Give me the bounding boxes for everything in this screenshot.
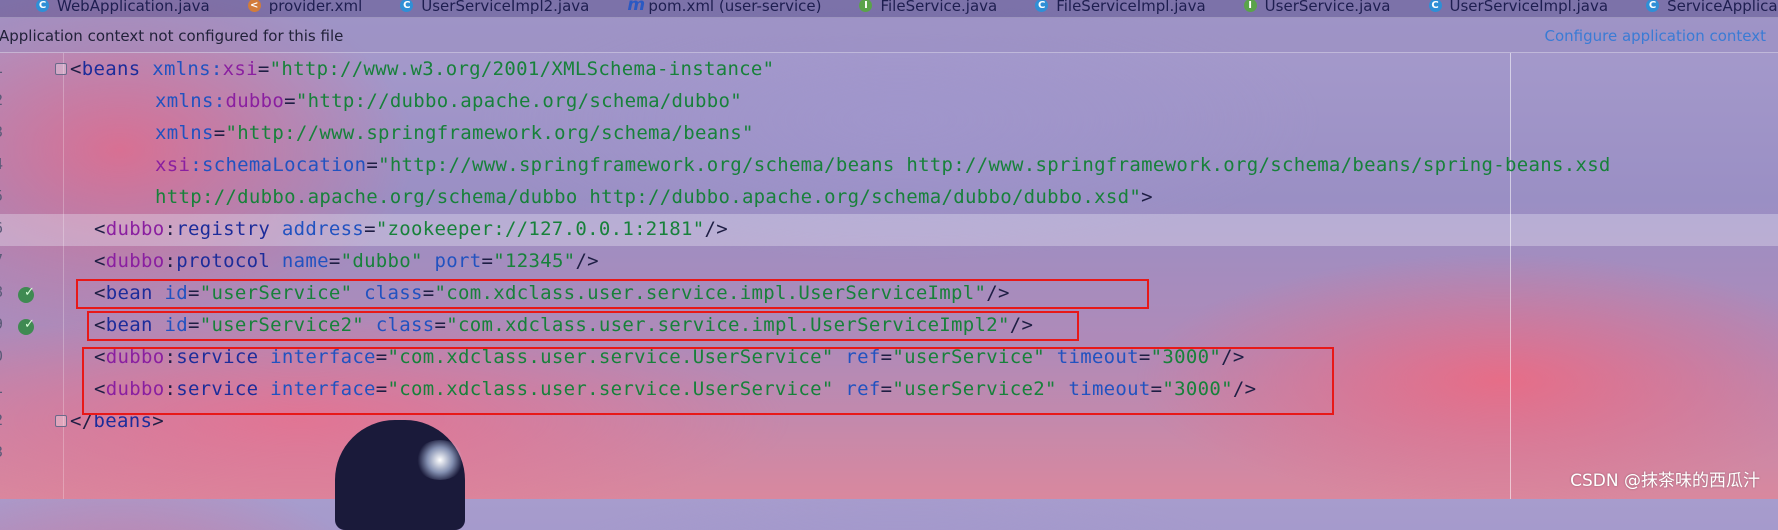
line-number: 4: [0, 155, 18, 173]
line-number: 2: [0, 91, 18, 109]
xml-file-icon: <: [247, 0, 261, 12]
tab-label: UserServiceImpl.java: [1449, 0, 1609, 15]
line-number: 7: [0, 251, 18, 269]
line-number: 1: [0, 379, 18, 397]
editor-gutter: 1 2 3 4 5 6 7 8 9 0 1 2 3: [0, 53, 67, 499]
line-number: 6: [0, 219, 18, 237]
code-line: http://dubbo.apache.org/schema/dubbo htt…: [155, 186, 1153, 208]
fold-toggle-icon[interactable]: [55, 415, 67, 427]
maven-icon: m: [627, 0, 646, 15]
spring-bean-icon[interactable]: [18, 285, 35, 303]
tab-user-service-impl[interactable]: C UserServiceImpl.java: [1423, 0, 1615, 15]
tab-provider-xml[interactable]: < provider.xml: [242, 0, 369, 15]
line-number: 1: [0, 59, 18, 77]
tab-user-service-impl2[interactable]: C UserServiceImpl2.java: [394, 0, 595, 15]
line-number: 3: [0, 443, 18, 461]
context-notice-message: Application context not configured for t…: [0, 27, 344, 45]
line-number: 8: [0, 283, 18, 301]
highlight-box-bean-userservice: [76, 279, 1149, 309]
tab-file-service[interactable]: I FileService.java: [853, 0, 1003, 15]
line-number: 5: [0, 187, 18, 205]
code-line: <dubbo:protocol name="dubbo" port="12345…: [94, 250, 599, 272]
tab-label: provider.xml: [268, 0, 363, 15]
tab-label: WebApplication.java: [57, 0, 210, 15]
tab-label: ServiceApplication.: [1667, 0, 1778, 15]
tab-service-application[interactable]: C ServiceApplication.: [1640, 0, 1778, 15]
class-icon: C: [1428, 0, 1442, 12]
tab-label: pom.xml (user-service): [648, 0, 822, 15]
tab-user-service[interactable]: I UserService.java: [1238, 0, 1397, 15]
tab-label: FileService.java: [880, 0, 998, 15]
spring-bean-icon[interactable]: [18, 317, 35, 335]
tab-label: UserServiceImpl2.java: [421, 0, 590, 15]
class-icon: C: [1646, 0, 1660, 12]
tab-web-application[interactable]: C WebApplication.java: [30, 0, 216, 15]
line-number: 2: [0, 411, 18, 429]
tab-label: FileServiceImpl.java: [1056, 0, 1206, 15]
class-icon: C: [400, 0, 414, 12]
line-number: 0: [0, 347, 18, 365]
right-margin-guide: [1510, 53, 1511, 499]
interface-icon: I: [1243, 0, 1257, 12]
watermark: CSDN @抹茶味的西瓜汁: [1570, 471, 1760, 491]
code-line: xmlns:dubbo="http://dubbo.apache.org/sch…: [155, 90, 742, 112]
fold-toggle-icon[interactable]: [55, 63, 67, 75]
line-number: 9: [0, 315, 18, 333]
class-icon: C: [36, 0, 49, 12]
tab-file-service-impl[interactable]: C FileServiceImpl.java: [1029, 0, 1211, 15]
code-line: <beans xmlns:xsi="http://www.w3.org/2001…: [70, 58, 775, 80]
tab-label: UserService.java: [1264, 0, 1391, 15]
tab-pom-xml[interactable]: m pom.xml (user-service): [621, 0, 827, 15]
context-notice-bar: Application context not configured for t…: [0, 18, 1778, 53]
wallpaper-glow: [415, 440, 465, 480]
configure-context-link[interactable]: Configure application context: [1544, 27, 1766, 45]
editor-tab-bar: C WebApplication.java < provider.xml C User…: [0, 0, 1778, 18]
line-number: 3: [0, 123, 18, 141]
code-line: xmlns="http://www.springframework.org/sc…: [155, 122, 754, 144]
highlight-box-dubbo-services: [82, 347, 1334, 415]
highlight-box-bean-userservice2: [87, 311, 1079, 341]
interface-icon: I: [859, 0, 873, 12]
class-icon: C: [1035, 0, 1049, 12]
code-line: <dubbo:registry address="zookeeper://127…: [94, 218, 728, 240]
code-line: xsi:schemaLocation="http://www.springfra…: [155, 154, 1611, 176]
